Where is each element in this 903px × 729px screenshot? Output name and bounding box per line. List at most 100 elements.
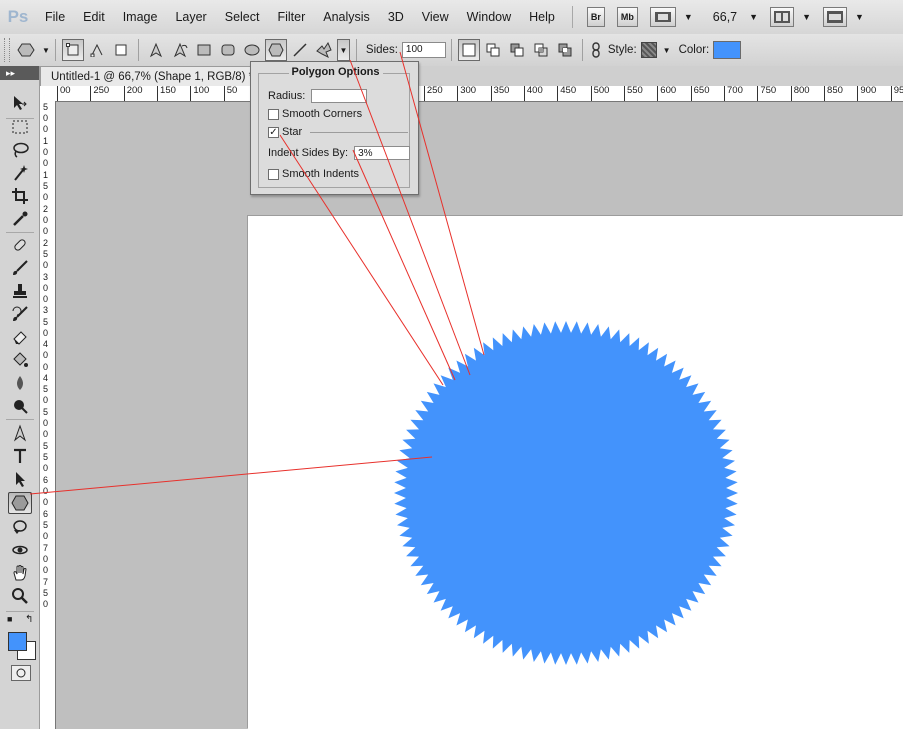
ruler-h-label: 750 (757, 86, 776, 101)
options-bar-grip[interactable] (4, 38, 10, 62)
spot-healing-tool[interactable] (8, 234, 32, 256)
options-separator (137, 39, 139, 61)
menu-layer[interactable]: Layer (166, 0, 215, 34)
lasso-tool[interactable] (8, 139, 32, 161)
ruler-v-label: 0 (43, 395, 49, 406)
pen-tool[interactable] (8, 422, 32, 444)
move-tool[interactable] (8, 92, 32, 114)
brush-tool[interactable] (8, 257, 32, 279)
type-tool[interactable] (8, 445, 32, 467)
ruler-h-label: 00 (57, 86, 71, 101)
tool-preset-picker[interactable] (11, 39, 41, 61)
options-separator (54, 39, 56, 61)
freeform-pen-button[interactable] (169, 39, 191, 61)
document-tab[interactable]: Untitled-1 @ 66,7% (Shape 1, RGB/8) * (40, 66, 272, 86)
paths-mode-button[interactable] (86, 39, 108, 61)
tools-panel-collapse-icon[interactable]: ▸▸ (0, 66, 39, 80)
star-checkbox[interactable]: ✓ (268, 126, 279, 138)
indent-sides-input[interactable]: 3% (354, 146, 411, 160)
screen-mode-dropdown-icon[interactable]: ▼ (855, 12, 864, 22)
menu-select[interactable]: Select (216, 0, 269, 34)
paint-bucket-tool[interactable] (8, 349, 32, 371)
shape-layers-mode-button[interactable] (61, 39, 84, 61)
style-dropdown-icon[interactable]: ▼ (663, 46, 671, 55)
link-layer-style-button[interactable] (589, 39, 603, 61)
ruler-origin[interactable] (40, 86, 56, 102)
menu-analysis[interactable]: Analysis (314, 0, 379, 34)
3d-rotate-icon (13, 520, 27, 534)
line-shape-button[interactable] (289, 39, 311, 61)
canvas[interactable] (248, 216, 903, 729)
history-brush-tool[interactable] (8, 303, 32, 325)
screen-mode-button[interactable] (822, 7, 847, 27)
mini-bridge-button[interactable]: Mb (616, 7, 638, 27)
fill-pixels-mode-button[interactable] (110, 39, 132, 61)
ruler-v-label: 5 (43, 441, 49, 451)
ellipse-shape-button[interactable] (241, 39, 263, 61)
rectangle-shape-button[interactable] (193, 39, 215, 61)
subtract-from-shape-area-button[interactable] (506, 39, 528, 61)
default-colors-icon[interactable]: ■ (7, 614, 12, 624)
pen-tool-button[interactable] (145, 39, 167, 61)
color-swatch[interactable] (713, 41, 742, 59)
path-selection-tool[interactable] (8, 468, 32, 490)
marquee-tool[interactable] (8, 116, 32, 138)
create-new-shape-layer-button[interactable] (457, 39, 480, 61)
dodge-tool[interactable] (8, 395, 32, 417)
arrange-documents-button[interactable] (770, 7, 795, 27)
custom-shape-button[interactable] (313, 39, 335, 61)
3d-orbit-tool[interactable] (8, 539, 32, 561)
star-shape[interactable] (394, 321, 738, 665)
view-extras-dropdown-icon[interactable]: ▼ (684, 12, 693, 22)
eyedropper-tool[interactable] (8, 208, 32, 230)
tool-preset-dropdown-icon[interactable]: ▼ (42, 46, 50, 55)
menu-edit[interactable]: Edit (74, 0, 114, 34)
zoom-level[interactable]: 66,7 (713, 10, 737, 24)
arrange-dropdown-icon[interactable]: ▼ (802, 12, 811, 22)
zoom-dropdown-icon[interactable]: ▼ (749, 12, 758, 22)
polygon-shape-button[interactable] (264, 39, 287, 61)
menu-image[interactable]: Image (114, 0, 167, 34)
exclude-overlapping-button[interactable] (554, 39, 576, 61)
menu-3d[interactable]: 3D (379, 0, 413, 34)
menu-window[interactable]: Window (458, 0, 520, 34)
crop-tool[interactable] (8, 185, 32, 207)
quick-selection-tool[interactable] (8, 162, 32, 184)
menu-help[interactable]: Help (520, 0, 564, 34)
ruler-h-label: 100 (190, 86, 209, 101)
polygon-tool-icon (17, 43, 35, 57)
menu-view[interactable]: View (413, 0, 458, 34)
style-picker[interactable] (640, 42, 657, 58)
smooth-indents-checkbox[interactable] (268, 168, 279, 180)
hand-tool[interactable] (8, 562, 32, 584)
horizontal-ruler[interactable]: 0025020015010050050100150200250300350400… (55, 86, 903, 102)
paint-bucket-icon (13, 352, 28, 367)
view-extras-button[interactable] (649, 7, 676, 27)
geometry-options-dropdown-icon: ▼ (339, 45, 348, 55)
vertical-ruler[interactable]: 5001001502002503003504004505005506006507… (40, 101, 56, 729)
smooth-corners-checkbox[interactable] (268, 108, 279, 120)
radius-input[interactable] (311, 89, 368, 103)
options-separator (450, 39, 452, 61)
sides-input[interactable]: 100 (401, 42, 446, 58)
menu-filter[interactable]: Filter (268, 0, 314, 34)
rounded-rectangle-button[interactable] (217, 39, 239, 61)
add-to-shape-area-button[interactable] (482, 39, 504, 61)
clone-stamp-tool[interactable] (8, 280, 32, 302)
quick-mask-button[interactable] (11, 665, 31, 681)
3d-rotate-tool[interactable] (8, 516, 32, 538)
ruler-v-label: 0 (43, 293, 49, 304)
menu-file[interactable]: File (36, 0, 74, 34)
ruler-v-label: 5 (43, 102, 49, 112)
geometry-options-button[interactable]: ▼ (336, 39, 350, 61)
hand-icon (13, 565, 27, 581)
blur-tool[interactable] (8, 372, 32, 394)
eraser-tool[interactable] (8, 326, 32, 348)
zoom-tool[interactable] (8, 585, 32, 607)
polygon-tool[interactable] (8, 492, 32, 514)
ruler-h-label: 900 (857, 86, 876, 101)
bridge-button[interactable]: Br (586, 7, 605, 27)
intersect-shape-areas-button[interactable] (530, 39, 552, 61)
swap-colors-icon[interactable]: ↰ (25, 614, 33, 625)
foreground-color-swatch[interactable] (8, 632, 27, 651)
